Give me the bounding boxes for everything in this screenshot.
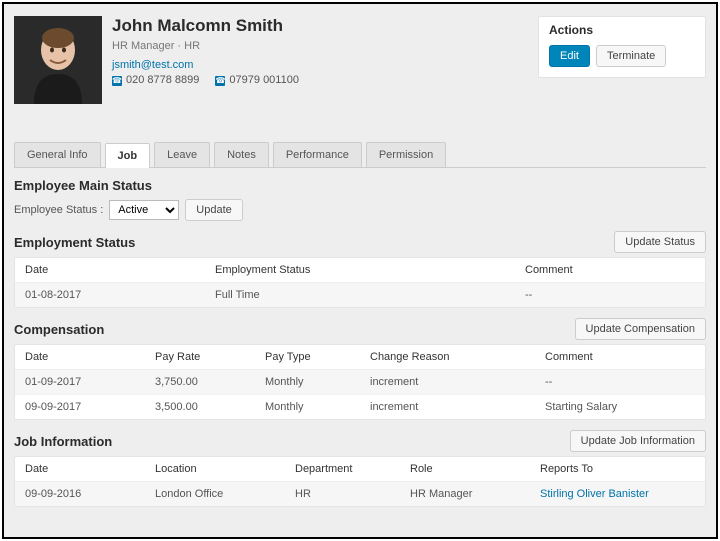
mobile-icon: ☎ bbox=[215, 76, 225, 86]
col-reports-to: Reports To bbox=[540, 463, 695, 475]
table-row: 01-09-2017 3,750.00 Monthly increment -- bbox=[15, 370, 705, 395]
status-label: Employee Status : bbox=[14, 204, 103, 216]
status-update-button[interactable]: Update bbox=[185, 199, 242, 221]
compensation-title: Compensation bbox=[14, 322, 104, 337]
employee-name: John Malcomn Smith bbox=[112, 16, 528, 36]
col-date: Date bbox=[25, 463, 155, 475]
tab-notes[interactable]: Notes bbox=[214, 142, 269, 167]
col-reason: Change Reason bbox=[370, 351, 545, 363]
employee-email[interactable]: jsmith@test.com bbox=[112, 59, 193, 71]
update-compensation-button[interactable]: Update Compensation bbox=[575, 318, 706, 340]
phone-icon: ☎ bbox=[112, 76, 122, 86]
employee-role-line: HR Manager · HR bbox=[112, 40, 528, 52]
col-department: Department bbox=[295, 463, 410, 475]
employment-status-table: Date Employment Status Comment 01-08-201… bbox=[14, 257, 706, 308]
actions-panel: Actions Edit Terminate bbox=[538, 16, 706, 78]
tab-general-info[interactable]: General Info bbox=[14, 142, 101, 167]
status-select[interactable]: Active bbox=[109, 200, 179, 220]
col-comment: Comment bbox=[545, 351, 695, 363]
employment-status-title: Employment Status bbox=[14, 235, 135, 250]
col-status: Employment Status bbox=[215, 264, 525, 276]
terminate-button[interactable]: Terminate bbox=[596, 45, 666, 67]
main-status-title: Employee Main Status bbox=[14, 178, 152, 193]
update-job-info-button[interactable]: Update Job Information bbox=[570, 430, 706, 452]
table-row: 09-09-2017 3,500.00 Monthly increment St… bbox=[15, 395, 705, 419]
phone-mobile: ☎07979 001100 bbox=[215, 74, 299, 86]
table-row: 09-09-2016 London Office HR HR Manager S… bbox=[15, 482, 705, 506]
col-role: Role bbox=[410, 463, 540, 475]
tab-permission[interactable]: Permission bbox=[366, 142, 446, 167]
reports-to-link[interactable]: Stirling Oliver Banister bbox=[540, 488, 695, 500]
tab-performance[interactable]: Performance bbox=[273, 142, 362, 167]
col-type: Pay Type bbox=[265, 351, 370, 363]
edit-button[interactable]: Edit bbox=[549, 45, 590, 67]
job-info-table: Date Location Department Role Reports To… bbox=[14, 456, 706, 507]
phone-office: ☎020 8778 8899 bbox=[112, 74, 199, 86]
employee-avatar bbox=[14, 16, 102, 104]
col-rate: Pay Rate bbox=[155, 351, 265, 363]
col-date: Date bbox=[25, 264, 215, 276]
job-info-title: Job Information bbox=[14, 434, 112, 449]
tabs: General Info Job Leave Notes Performance… bbox=[14, 142, 706, 168]
actions-title: Actions bbox=[549, 23, 695, 37]
table-row: 01-08-2017 Full Time -- bbox=[15, 283, 705, 307]
update-status-button[interactable]: Update Status bbox=[614, 231, 706, 253]
col-date: Date bbox=[25, 351, 155, 363]
tab-job[interactable]: Job bbox=[105, 143, 151, 168]
tab-leave[interactable]: Leave bbox=[154, 142, 210, 167]
col-comment: Comment bbox=[525, 264, 695, 276]
col-location: Location bbox=[155, 463, 295, 475]
compensation-table: Date Pay Rate Pay Type Change Reason Com… bbox=[14, 344, 706, 420]
